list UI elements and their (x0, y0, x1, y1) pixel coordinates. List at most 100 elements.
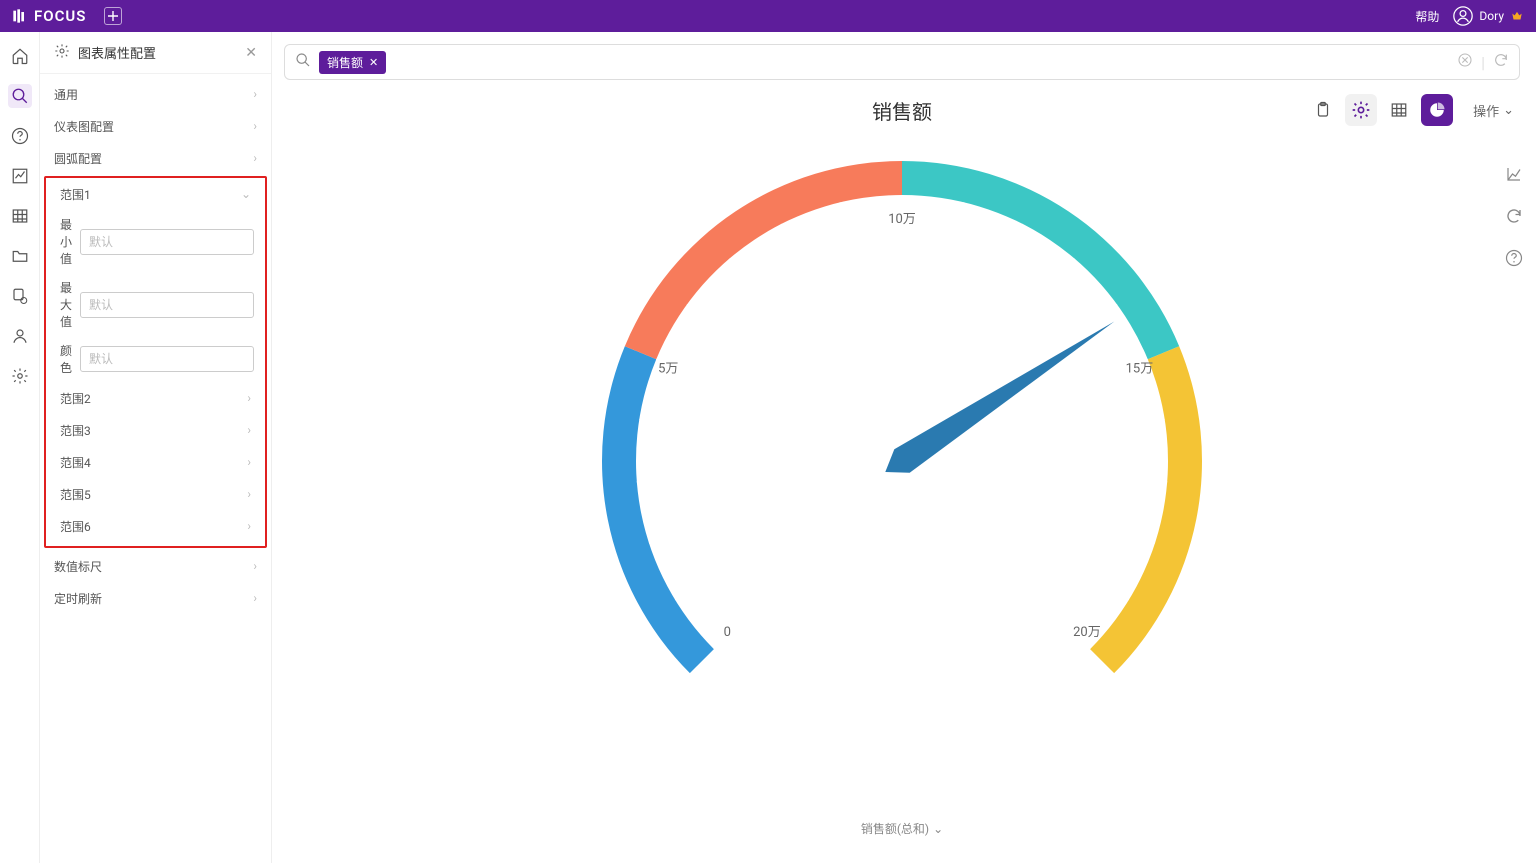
chevron-right-icon: › (253, 151, 257, 165)
cfg-row[interactable]: 仪表图配置› (40, 110, 271, 142)
refresh-icon (1505, 207, 1523, 225)
color-label: 颜色 (60, 342, 72, 376)
cfg-row[interactable]: 范围2› (46, 382, 265, 414)
chevron-right-icon: › (247, 455, 251, 469)
range1-color-input[interactable] (80, 346, 254, 372)
nav-settings[interactable] (8, 364, 32, 388)
cfg-range1-label: 范围1 (60, 186, 91, 203)
brand-icon (12, 8, 28, 24)
range1-min-input[interactable] (80, 229, 254, 255)
crown-icon (1510, 9, 1524, 23)
search-chip-label: 销售额 (327, 54, 363, 71)
chart-wrap: 销售额 05万10万15万20万 销售额(总和) ⌄ (284, 126, 1520, 863)
cfg-row-label: 范围4 (60, 454, 91, 471)
question-icon (1505, 249, 1523, 267)
table-view-button[interactable] (1383, 94, 1415, 126)
svg-text:0: 0 (724, 625, 731, 640)
gear-icon (11, 367, 29, 385)
cfg-row[interactable]: 定时刷新› (40, 582, 271, 614)
nav-table[interactable] (8, 204, 32, 228)
cfg-row-label: 范围5 (60, 486, 91, 503)
cfg-row-label: 范围6 (60, 518, 91, 535)
config-body: 通用›仪表图配置›圆弧配置› 范围1 ⌄ 最小值 最大值 颜色 (40, 74, 271, 863)
cfg-row-label: 范围2 (60, 390, 91, 407)
chip-remove-icon[interactable]: ✕ (369, 56, 378, 69)
user-menu[interactable]: Dory (1453, 6, 1524, 26)
chart-help-button[interactable] (1502, 246, 1526, 270)
plus-icon (108, 11, 118, 21)
grid-icon (1390, 101, 1408, 119)
svg-text:5万: 5万 (658, 361, 678, 376)
user-icon (11, 327, 29, 345)
username: Dory (1479, 9, 1504, 23)
line-chart-icon (11, 167, 29, 185)
clipboard-button[interactable] (1307, 94, 1339, 126)
refresh-chart-button[interactable] (1502, 204, 1526, 228)
chart-legend[interactable]: 销售额(总和) ⌄ (861, 820, 943, 837)
nav-rail (0, 32, 40, 863)
folder-icon (11, 247, 29, 265)
chevron-down-icon: ⌄ (933, 822, 943, 836)
chevron-right-icon: › (247, 423, 251, 437)
cfg-row-label: 通用 (54, 86, 78, 103)
chevron-down-icon: ⌄ (241, 187, 251, 201)
nav-help[interactable] (8, 124, 32, 148)
nav-user[interactable] (8, 324, 32, 348)
nav-chart[interactable] (8, 164, 32, 188)
clipboard-icon (1314, 101, 1332, 119)
svg-text:10万: 10万 (888, 212, 916, 227)
cfg-row-label: 数值标尺 (54, 558, 102, 575)
new-tab-button[interactable] (104, 7, 122, 25)
brand-text: FOCUS (34, 7, 86, 25)
right-action-bar (1502, 162, 1526, 270)
cfg-row[interactable]: 范围3 › (46, 414, 265, 446)
cfg-row[interactable]: 范围5 › (46, 478, 265, 510)
table-icon (11, 207, 29, 225)
cfg-row-label: 仪表图配置 (54, 118, 114, 135)
nav-config[interactable] (8, 284, 32, 308)
help-link[interactable]: 帮助 (1415, 8, 1439, 25)
highlighted-range-group: 范围1 ⌄ 最小值 最大值 颜色 范围2› 范围3 › 范围4 › 范围5 › 范围6 › (44, 176, 267, 548)
cfg-range1[interactable]: 范围1 ⌄ (46, 178, 265, 210)
topbar: FOCUS 帮助 Dory (0, 0, 1536, 32)
refresh-search-button[interactable] (1493, 52, 1509, 72)
content-area: 销售额 ✕ | 操作 ⌄ 销售额 05万10万15万20万 销售额(总和) ⌄ (272, 32, 1536, 863)
operation-dropdown[interactable]: 操作 ⌄ (1473, 101, 1514, 120)
brand-logo: FOCUS (12, 7, 86, 25)
chart-title: 销售额 (872, 96, 932, 125)
question-icon (11, 127, 29, 145)
axis-icon (1505, 165, 1523, 183)
min-label: 最小值 (60, 216, 72, 267)
cfg-row-label: 定时刷新 (54, 590, 102, 607)
svg-text:15万: 15万 (1126, 361, 1154, 376)
cfg-row[interactable]: 圆弧配置 › (40, 142, 271, 174)
config-panel-header: 图表属性配置 ✕ (40, 32, 271, 74)
cfg-row-label: 范围3 (60, 422, 91, 439)
clear-search-button[interactable] (1457, 52, 1473, 72)
edit-axis-button[interactable] (1502, 162, 1526, 186)
cfg-row-label: 圆弧配置 (54, 150, 102, 167)
chevron-right-icon: › (247, 519, 251, 533)
range1-max-input[interactable] (80, 292, 254, 318)
search-bar[interactable]: 销售额 ✕ | (284, 44, 1520, 80)
chevron-right-icon: › (247, 487, 251, 501)
chart-config-button[interactable] (1345, 94, 1377, 126)
search-icon (11, 87, 29, 105)
search-icon (295, 52, 311, 72)
nav-folder[interactable] (8, 244, 32, 268)
chevron-down-icon: ⌄ (1503, 103, 1514, 118)
cfg-row[interactable]: 数值标尺› (40, 550, 271, 582)
max-label: 最大值 (60, 279, 72, 330)
search-chip[interactable]: 销售额 ✕ (319, 51, 386, 74)
gear-icon (1351, 100, 1371, 120)
pie-icon (1428, 101, 1446, 119)
cfg-row[interactable]: 范围6 › (46, 510, 265, 542)
gauge-chart: 05万10万15万20万 (582, 161, 1222, 751)
cfg-row[interactable]: 通用› (40, 78, 271, 110)
nav-search[interactable] (8, 84, 32, 108)
chart-view-button[interactable] (1421, 94, 1453, 126)
nav-home[interactable] (8, 44, 32, 68)
separator: | (1481, 53, 1485, 72)
close-icon[interactable]: ✕ (245, 45, 257, 61)
cfg-row[interactable]: 范围4 › (46, 446, 265, 478)
